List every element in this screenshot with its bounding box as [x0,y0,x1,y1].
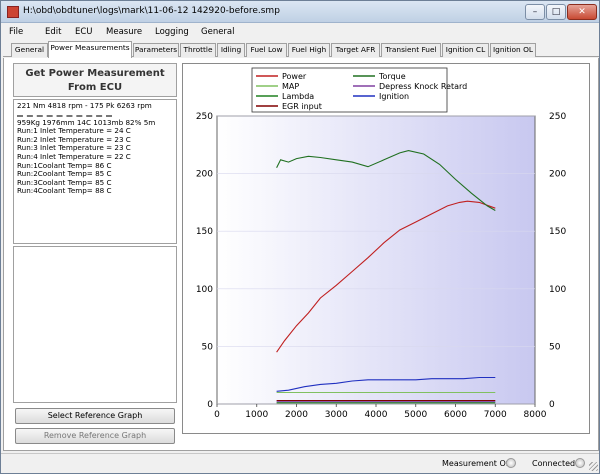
reference-list-box[interactable] [13,246,177,403]
info-line: Run:4 Inlet Temperature = 22 C [17,152,131,161]
y-tick-label-left: 100 [196,285,213,295]
connection-status: Connected [532,459,576,468]
y-tick-label-left: 150 [196,227,213,237]
panel-title-line1: Get Power Measurement [25,68,165,79]
y-tick-label-left: 200 [196,170,213,180]
menu-general[interactable]: General [201,27,235,37]
y-tick-label-right: 0 [549,400,555,410]
menu-logging[interactable]: Logging [155,27,189,37]
legend-label: Ignition [379,92,409,101]
app-icon [7,6,19,18]
menu-file[interactable]: File [9,27,23,37]
tab-throttle[interactable]: Throttle [180,43,216,57]
remove-reference-graph-button[interactable]: Remove Reference Graph [15,428,175,444]
menu-measure[interactable]: Measure [106,27,142,37]
legend-label: Torque [378,72,406,81]
measurement-info-box: 221 Nm 4818 rpm - 175 Pk 6263 rpm 959Kg … [13,99,177,244]
info-line: Run:1 Inlet Temperature = 24 C [17,127,131,136]
tab-fuel-low[interactable]: Fuel Low [246,43,287,57]
x-tick-label: 4000 [365,410,388,420]
measurement-summary: 221 Nm 4818 rpm - 175 Pk 6263 rpm [17,102,152,110]
menu-edit[interactable]: Edit [45,27,61,37]
x-tick-label: 3000 [325,410,348,420]
measurement-status: Measurement Off [442,459,512,468]
tab-fuel-high[interactable]: Fuel High [288,43,330,57]
close-button[interactable]: ✕ [567,4,597,20]
tab-transient-fuel[interactable]: Transient Fuel [381,43,441,57]
x-tick-label: 6000 [444,410,467,420]
info-line: Run:1Coolant Temp= 86 C [17,161,112,170]
y-tick-label-right: 250 [549,112,566,122]
panel-title-line2: From ECU [67,82,123,93]
y-tick-label-left: 50 [202,342,214,352]
x-tick-label: 2000 [285,410,308,420]
connection-indicator [575,458,585,468]
y-tick-label-right: 150 [549,227,566,237]
y-tick-label-right: 200 [549,170,566,180]
legend-label: MAP [282,82,299,91]
x-tick-label: 1000 [245,410,268,420]
status-bar: Measurement Off Connected [1,453,599,473]
legend-label: Lambda [282,92,314,101]
info-line: Run:3 Inlet Temperature = 23 C [17,144,131,153]
y-tick-label-right: 50 [549,342,561,352]
power-chart[interactable]: 0 0 50 50 100 100 150 150 200 200 250 250 0 1000 2000 3… [182,63,590,434]
separator [17,112,112,117]
menu-bar: File Edit ECU Measure Logging General [1,24,599,41]
tab-idling[interactable]: Idling [217,43,245,57]
left-panel: Get Power Measurement From ECU 221 Nm 48… [13,63,177,445]
info-line: Run:2 Inlet Temperature = 23 C [17,135,131,144]
window-title: H:\obd\obdtuner\logs\mark\11-06-12 14292… [23,6,280,16]
tab-power-measurements[interactable]: Power Measurements [48,41,132,58]
title-bar: H:\obd\obdtuner\logs\mark\11-06-12 14292… [1,1,599,23]
tab-target-afr[interactable]: Target AFR [331,43,380,57]
info-line: Run:2Coolant Temp= 85 C [17,170,112,179]
info-line: Run:4Coolant Temp= 88 C [17,187,112,196]
tab-parameters[interactable]: Parameters [133,43,179,57]
legend: Power Torque MAP Depress Knock Retard Lambda… [251,67,467,113]
legend-label: EGR input [282,102,322,111]
tab-strip: General Power Measurements Parameters Th… [3,41,599,58]
get-power-measurement-button[interactable]: Get Power Measurement From ECU [13,63,177,97]
menu-ecu[interactable]: ECU [75,27,93,37]
minimize-button[interactable]: – [525,4,545,20]
select-reference-graph-button[interactable]: Select Reference Graph [15,408,175,424]
y-tick-label-left: 250 [196,112,213,122]
x-tick-label: 7000 [484,410,507,420]
legend-label: Depress Knock Retard [379,82,467,91]
x-tick-label: 0 [214,410,220,420]
measurement-indicator [506,458,516,468]
resize-grip[interactable] [589,462,598,471]
info-line: 959Kg 1976mm 14C 1013mb 82% 5m [17,118,156,127]
chart-canvas: 0 050 50100 100150 150200 200250 2500 1000 2000 3… [196,67,566,420]
legend-label: Power [282,72,307,81]
y-tick-label-left: 0 [207,400,213,410]
y-tick-label-right: 100 [549,285,566,295]
x-tick-label: 8000 [524,410,547,420]
x-tick-label: 5000 [404,410,427,420]
maximize-button[interactable]: □ [546,4,566,20]
info-line: Run:3Coolant Temp= 85 C [17,178,112,187]
tab-ignition-ol[interactable]: Ignition OL [490,43,536,57]
tab-general[interactable]: General [11,43,48,57]
tab-ignition-cl[interactable]: Ignition CL [442,43,489,57]
plot-area [216,115,536,405]
app-window: H:\obd\obdtuner\logs\mark\11-06-12 14292… [0,0,600,474]
